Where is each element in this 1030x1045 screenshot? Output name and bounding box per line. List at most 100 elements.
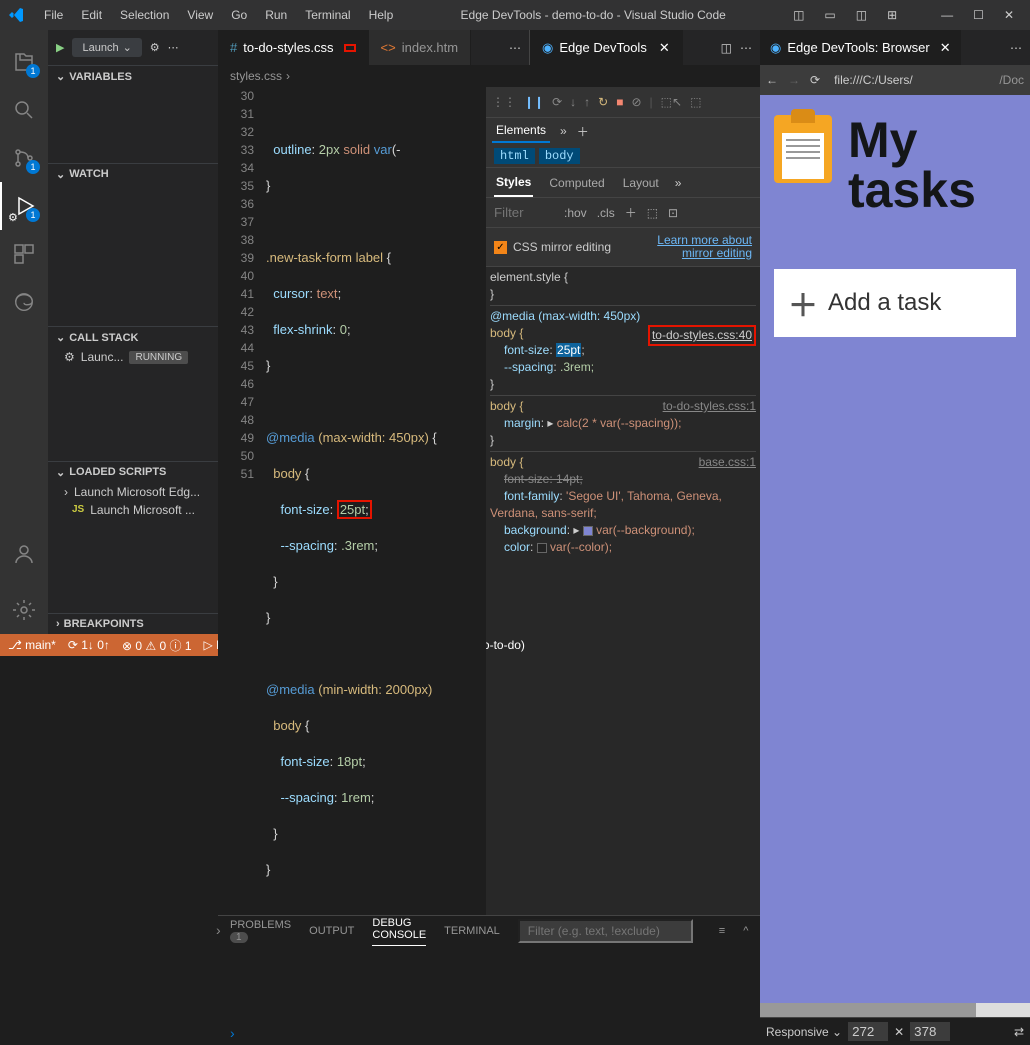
step-out-icon[interactable]: ↑ (584, 95, 590, 109)
tab-html[interactable]: <>index.htm (369, 30, 472, 65)
activity-scm[interactable]: 1 (0, 134, 48, 182)
val-spacing[interactable]: .3rem; (560, 360, 594, 374)
rotate-icon[interactable]: ⇄ (1014, 1025, 1024, 1039)
more-tabs-icon[interactable]: » (560, 124, 567, 138)
breadcrumb[interactable]: styles.css› (218, 65, 760, 87)
mirror-learn-link[interactable]: Learn more about mirror editing (642, 234, 752, 260)
tab-elements[interactable]: Elements (492, 119, 550, 143)
terminal-filter[interactable] (518, 919, 693, 943)
loaded-scripts-section[interactable]: ⌄LOADED SCRIPTS (48, 462, 218, 483)
code-content[interactable]: outline: 2px solid var(- } .new-task-for… (266, 87, 486, 915)
activity-extensions[interactable] (0, 230, 48, 278)
tab-terminal[interactable]: TERMINAL (444, 925, 500, 937)
minimize-button[interactable]: — (933, 4, 961, 26)
prop-bg[interactable]: background (504, 523, 567, 537)
tab-browser[interactable]: ◉Edge DevTools: Browser✕ (760, 30, 961, 65)
source-link-3[interactable]: base.css:1 (699, 454, 756, 471)
more-icon[interactable]: ⋯ (740, 41, 752, 55)
chevron-up-icon[interactable]: ^ (743, 925, 748, 937)
add-tab-icon[interactable]: ＋ (577, 123, 589, 140)
menu-view[interactable]: View (179, 4, 221, 26)
restart-icon[interactable]: ↻ (598, 95, 608, 109)
add-rule-icon[interactable]: ＋ (625, 204, 637, 221)
tab-debug-console[interactable]: DEBUG CONSOLE (372, 917, 426, 946)
selector-body-3[interactable]: body { (490, 455, 523, 469)
color-swatch[interactable] (583, 526, 593, 536)
loaded-script-1[interactable]: ›Launch Microsoft Edg... (48, 483, 218, 501)
menu-help[interactable]: Help (361, 4, 402, 26)
code-editor[interactable]: 3031323334353637383940414243444546474849… (218, 87, 486, 915)
layout-icon-2[interactable]: ▭ (816, 4, 843, 26)
menu-edit[interactable]: Edit (73, 4, 110, 26)
url-bar[interactable]: file:///C:/Users/ (830, 71, 989, 89)
reload-icon[interactable]: ⟳ (810, 73, 820, 87)
menu-file[interactable]: File (36, 4, 71, 26)
tab-problems[interactable]: PROBLEMS 1 (230, 919, 291, 943)
prop-spacing[interactable]: --spacing (504, 360, 553, 374)
device-icon[interactable]: ⬚ (690, 95, 701, 109)
activity-edge[interactable] (0, 278, 48, 326)
layout-icon[interactable]: ⊡ (668, 206, 678, 220)
activity-explorer[interactable]: 1 (0, 38, 48, 86)
menu-go[interactable]: Go (223, 4, 255, 26)
more-icon[interactable]: » (675, 176, 682, 190)
tab-devtools[interactable]: ◉Edge DevTools✕ (529, 30, 683, 65)
breadcrumb-chevron-icon[interactable]: › (216, 922, 221, 938)
element-style[interactable]: element.style { (490, 270, 568, 284)
filter-icon[interactable]: ≡ (719, 925, 725, 937)
back-icon[interactable]: ← (766, 73, 778, 87)
activity-search[interactable] (0, 86, 48, 134)
subtab-computed[interactable]: Computed (547, 170, 606, 196)
console-prompt[interactable]: › (218, 1021, 760, 1045)
drag-icon[interactable]: ⋮⋮ (492, 95, 516, 109)
layout-icon-3[interactable]: ◫ (848, 4, 875, 26)
prop-color[interactable]: color (504, 540, 530, 554)
cls-button[interactable]: .cls (597, 206, 615, 220)
bc-html[interactable]: html (494, 148, 535, 164)
more-icon[interactable]: ⋯ (168, 41, 179, 54)
tab-css[interactable]: #to-do-styles.css (218, 30, 369, 65)
selector-body[interactable]: body { (490, 326, 523, 340)
branch-indicator[interactable]: ⎇ main* (8, 638, 56, 652)
layout-icon-1[interactable]: ◫ (785, 4, 812, 26)
prop-margin[interactable]: margin (504, 416, 541, 430)
val-margin[interactable]: calc(2 * var(--spacing)); (557, 416, 682, 430)
styles-pane[interactable]: element.style {} @media (max-width: 450p… (486, 267, 760, 915)
errors-indicator[interactable]: ⊗ 0 ⚠ 0 ⓘ 1 (122, 637, 192, 654)
hov-button[interactable]: :hov (564, 206, 587, 220)
split-icon[interactable]: ◫ (721, 41, 732, 55)
subtab-layout[interactable]: Layout (621, 170, 661, 196)
color-swatch-2[interactable] (537, 543, 547, 553)
sync-indicator[interactable]: ⟳ 1↓ 0↑ (68, 638, 110, 652)
more-icon[interactable]: ⋯ (509, 41, 521, 55)
height-input[interactable] (910, 1022, 950, 1041)
activity-account[interactable] (0, 530, 48, 578)
activity-settings[interactable] (0, 586, 48, 634)
step-over-icon[interactable]: ⟳ (552, 95, 562, 109)
menu-run[interactable]: Run (257, 4, 295, 26)
dom-breadcrumb[interactable]: htmlbody (486, 144, 760, 168)
activity-debug[interactable]: ⚙1 (0, 182, 48, 230)
call-stack-item[interactable]: ⚙Launc...RUNNING (48, 348, 218, 366)
source-link-1[interactable]: to-do-styles.css:40 (648, 325, 756, 346)
filter-input[interactable] (494, 205, 554, 220)
close-icon[interactable]: ✕ (659, 40, 670, 56)
menu-terminal[interactable]: Terminal (297, 4, 358, 26)
val-bg[interactable]: var(--background); (596, 523, 695, 537)
val-fontsize[interactable]: 25pt (556, 343, 581, 357)
responsive-dropdown[interactable]: Responsive ⌄ (766, 1025, 842, 1039)
more-icon[interactable]: ⋯ (1010, 41, 1022, 55)
disconnect-icon[interactable]: ⊘ (631, 95, 641, 109)
breakpoints-section[interactable]: ›BREAKPOINTS (48, 614, 218, 634)
prop-fs14[interactable]: font-size: 14pt; (504, 472, 583, 486)
close-button[interactable]: ✕ (996, 4, 1022, 26)
play-icon[interactable]: ▶ (56, 41, 64, 54)
width-input[interactable] (848, 1022, 888, 1041)
callstack-section[interactable]: ⌄CALL STACK (48, 327, 218, 348)
prop-ff[interactable]: font-family (504, 489, 559, 503)
browser-viewport[interactable]: Mytasks ＋Add a task (760, 95, 1030, 1017)
subtab-styles[interactable]: Styles (494, 169, 533, 197)
watch-section[interactable]: ⌄WATCH (48, 164, 218, 185)
forward-icon[interactable]: → (788, 73, 800, 87)
loaded-script-2[interactable]: JSLaunch Microsoft ... (48, 501, 218, 519)
